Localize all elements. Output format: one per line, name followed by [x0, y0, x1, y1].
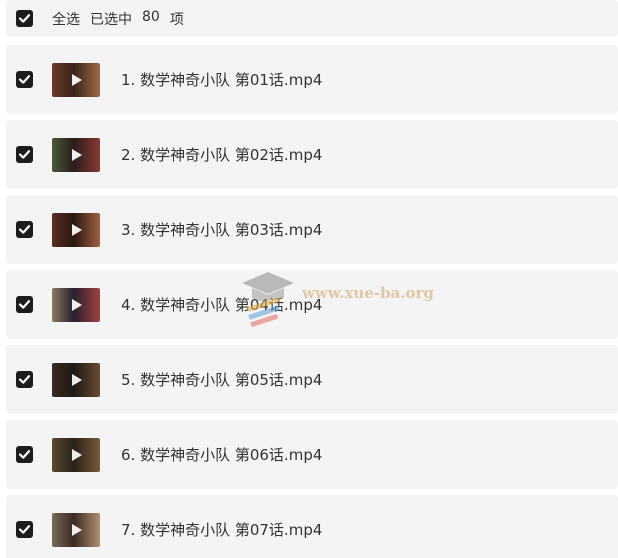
- video-thumbnail[interactable]: [52, 62, 100, 97]
- checkmark-icon: [18, 450, 31, 459]
- file-checkbox[interactable]: [16, 371, 33, 388]
- file-checkbox[interactable]: [16, 446, 33, 463]
- file-name[interactable]: 3. 数学神奇小队 第03话.mp4: [121, 219, 322, 240]
- checkmark-icon: [18, 150, 31, 159]
- checkmark-icon: [18, 75, 31, 84]
- checkmark-icon: [18, 525, 31, 534]
- play-icon: [72, 523, 82, 536]
- checkmark-icon: [18, 225, 31, 234]
- play-icon: [72, 373, 82, 386]
- file-row[interactable]: 4. 数学神奇小队 第04话.mp4: [6, 270, 618, 339]
- file-name[interactable]: 7. 数学神奇小队 第07话.mp4: [121, 519, 322, 540]
- file-row[interactable]: 1. 数学神奇小队 第01话.mp4: [6, 45, 618, 114]
- play-icon: [72, 223, 82, 236]
- file-row[interactable]: 2. 数学神奇小队 第02话.mp4: [6, 120, 618, 189]
- file-checkbox[interactable]: [16, 221, 33, 238]
- play-icon: [72, 148, 82, 161]
- checkmark-icon: [18, 375, 31, 384]
- select-all-bar: 全选 已选中 80 项: [6, 0, 618, 37]
- file-checkbox[interactable]: [16, 296, 33, 313]
- selected-suffix: 项: [169, 11, 184, 28]
- video-thumbnail[interactable]: [52, 362, 100, 397]
- selected-prefix: 已选中: [90, 11, 132, 28]
- select-all-checkbox[interactable]: [16, 10, 33, 27]
- video-thumbnail[interactable]: [52, 137, 100, 172]
- checkmark-icon: [18, 14, 31, 23]
- play-icon: [72, 298, 82, 311]
- file-name[interactable]: 5. 数学神奇小队 第05话.mp4: [121, 369, 322, 390]
- select-all-label[interactable]: 全选: [52, 9, 80, 29]
- video-thumbnail[interactable]: [52, 512, 100, 547]
- file-row[interactable]: 6. 数学神奇小队 第06话.mp4: [6, 420, 618, 489]
- file-name[interactable]: 6. 数学神奇小队 第06话.mp4: [121, 444, 322, 465]
- checkmark-icon: [18, 300, 31, 309]
- file-name[interactable]: 2. 数学神奇小队 第02话.mp4: [121, 144, 322, 165]
- file-checkbox[interactable]: [16, 146, 33, 163]
- video-thumbnail[interactable]: [52, 287, 100, 322]
- file-row[interactable]: 5. 数学神奇小队 第05话.mp4: [6, 345, 618, 414]
- selection-summary: 全选 已选中 80 项: [52, 9, 184, 29]
- selected-count: 80: [142, 8, 160, 25]
- video-thumbnail[interactable]: [52, 437, 100, 472]
- file-name[interactable]: 1. 数学神奇小队 第01话.mp4: [121, 69, 322, 90]
- file-name[interactable]: 4. 数学神奇小队 第04话.mp4: [121, 294, 322, 315]
- file-row[interactable]: 3. 数学神奇小队 第03话.mp4: [6, 195, 618, 264]
- video-thumbnail[interactable]: [52, 212, 100, 247]
- play-icon: [72, 73, 82, 86]
- play-icon: [72, 448, 82, 461]
- file-selection-panel: 全选 已选中 80 项 1. 数学神奇小队 第01话.mp4 2. 数学神奇小队 …: [0, 0, 618, 558]
- file-row[interactable]: 7. 数学神奇小队 第07话.mp4: [6, 495, 618, 558]
- file-checkbox[interactable]: [16, 521, 33, 538]
- file-checkbox[interactable]: [16, 71, 33, 88]
